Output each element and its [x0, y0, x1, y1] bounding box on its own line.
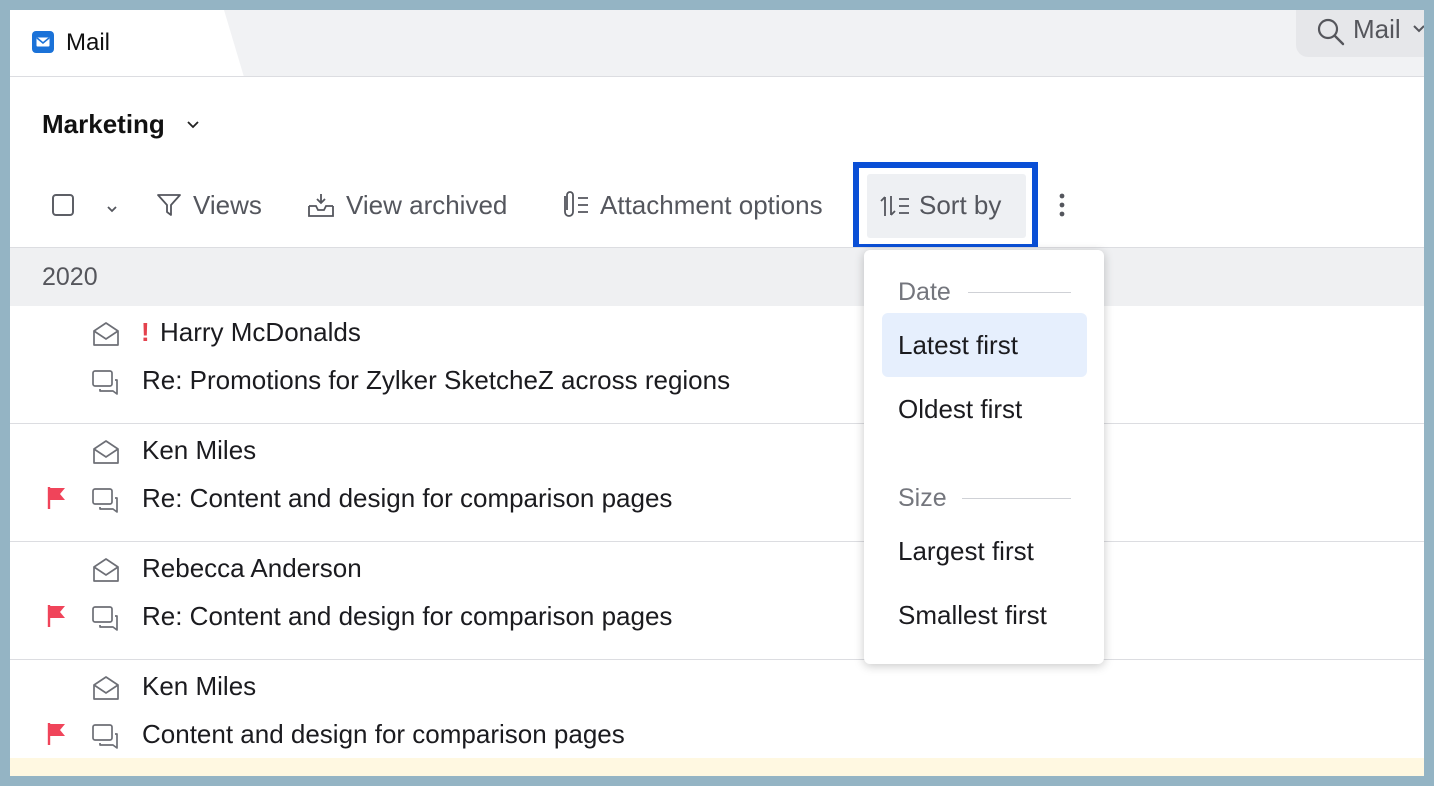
view-archived-button[interactable]: View archived: [306, 188, 507, 222]
mail-app-icon: [32, 31, 54, 53]
sort-option-latest-first[interactable]: Latest first: [882, 313, 1087, 377]
list-item[interactable]: Ken Miles Re: Content and design for com…: [10, 424, 1424, 542]
sort-by-label: Sort by: [919, 190, 1002, 220]
sort-section-date: Date: [898, 278, 951, 306]
subject-line: Re: Content and design for comparison pa…: [142, 601, 673, 631]
sender-name: Ken Miles: [142, 435, 257, 465]
flag-icon[interactable]: [46, 603, 68, 629]
folder-title[interactable]: Marketing: [42, 109, 165, 140]
filter-icon: [157, 194, 181, 216]
attachment-options-label: Attachment options: [600, 189, 823, 220]
tab-mail-label: Mail: [66, 29, 111, 56]
sort-option-label: Latest first: [898, 330, 1018, 360]
flag-icon[interactable]: [46, 721, 68, 747]
envelope-icon: [93, 676, 119, 700]
sort-option-largest-first[interactable]: Largest first: [882, 519, 1087, 583]
group-header-label: 2020: [42, 263, 98, 291]
list-item[interactable]: ! Harry McDonalds Re: Promotions for Zyl…: [10, 306, 1424, 424]
envelope-icon: [93, 322, 119, 346]
envelope-icon: [93, 558, 119, 582]
subject-line: Re: Promotions for Zylker SketcheZ acros…: [142, 365, 731, 395]
conversation-icon: [92, 606, 118, 631]
tab-mail[interactable]: Mail: [10, 10, 244, 76]
chevron-down-icon[interactable]: [186, 118, 200, 132]
divider: [968, 292, 1071, 293]
views-label: Views: [193, 189, 262, 220]
group-header: 2020: [10, 247, 1424, 306]
search-scope-label: Mail: [1353, 14, 1401, 44]
search-input[interactable]: Mail: [1296, 10, 1424, 57]
attachment-options-button[interactable]: Attachment options: [558, 188, 823, 222]
sort-option-smallest-first[interactable]: Smallest first: [882, 583, 1087, 647]
chevron-down-icon[interactable]: [105, 204, 119, 216]
divider: [962, 498, 1071, 499]
sort-option-label: Smallest first: [898, 600, 1047, 630]
sort-option-label: Oldest first: [898, 394, 1023, 424]
sort-option-oldest-first[interactable]: Oldest first: [882, 377, 1087, 441]
important-mark: !: [141, 317, 150, 347]
subject-line: Re: Content and design for comparison pa…: [142, 483, 673, 513]
conversation-icon: [92, 724, 118, 749]
conversation-icon: [92, 370, 118, 395]
envelope-icon: [93, 440, 119, 464]
list-item[interactable]: Rebecca Anderson Re: Content and design …: [10, 542, 1424, 660]
view-archived-label: View archived: [346, 189, 508, 220]
sender-name: Ken Miles: [142, 671, 257, 701]
views-button[interactable]: Views: [155, 188, 262, 222]
subject-line: Content and design for comparison pages: [142, 719, 625, 749]
sender-name: Rebecca Anderson: [142, 553, 362, 583]
flag-icon[interactable]: [46, 485, 68, 511]
select-all-checkbox[interactable]: [52, 194, 74, 216]
sort-option-label: Largest first: [898, 536, 1034, 566]
sender-name: Harry McDonalds: [160, 317, 361, 347]
search-icon: [1317, 18, 1345, 46]
sort-section-size: Size: [898, 484, 947, 512]
more-options-icon[interactable]: [1052, 190, 1072, 220]
sort-menu: Date Latest first Oldest first Size Larg…: [864, 250, 1104, 664]
mail-window: Mail Mail Marketing Views View archived …: [10, 10, 1424, 776]
sort-by-button[interactable]: Sort by: [867, 174, 1026, 238]
list-item[interactable]: [10, 758, 1424, 776]
paperclip-list-icon: [564, 191, 588, 217]
sort-icon: [880, 196, 909, 216]
chevron-down-icon: [1413, 25, 1424, 33]
tab-strip: Mail Mail: [10, 10, 1424, 77]
conversation-icon: [92, 488, 118, 513]
archive-tray-icon: [308, 194, 334, 217]
